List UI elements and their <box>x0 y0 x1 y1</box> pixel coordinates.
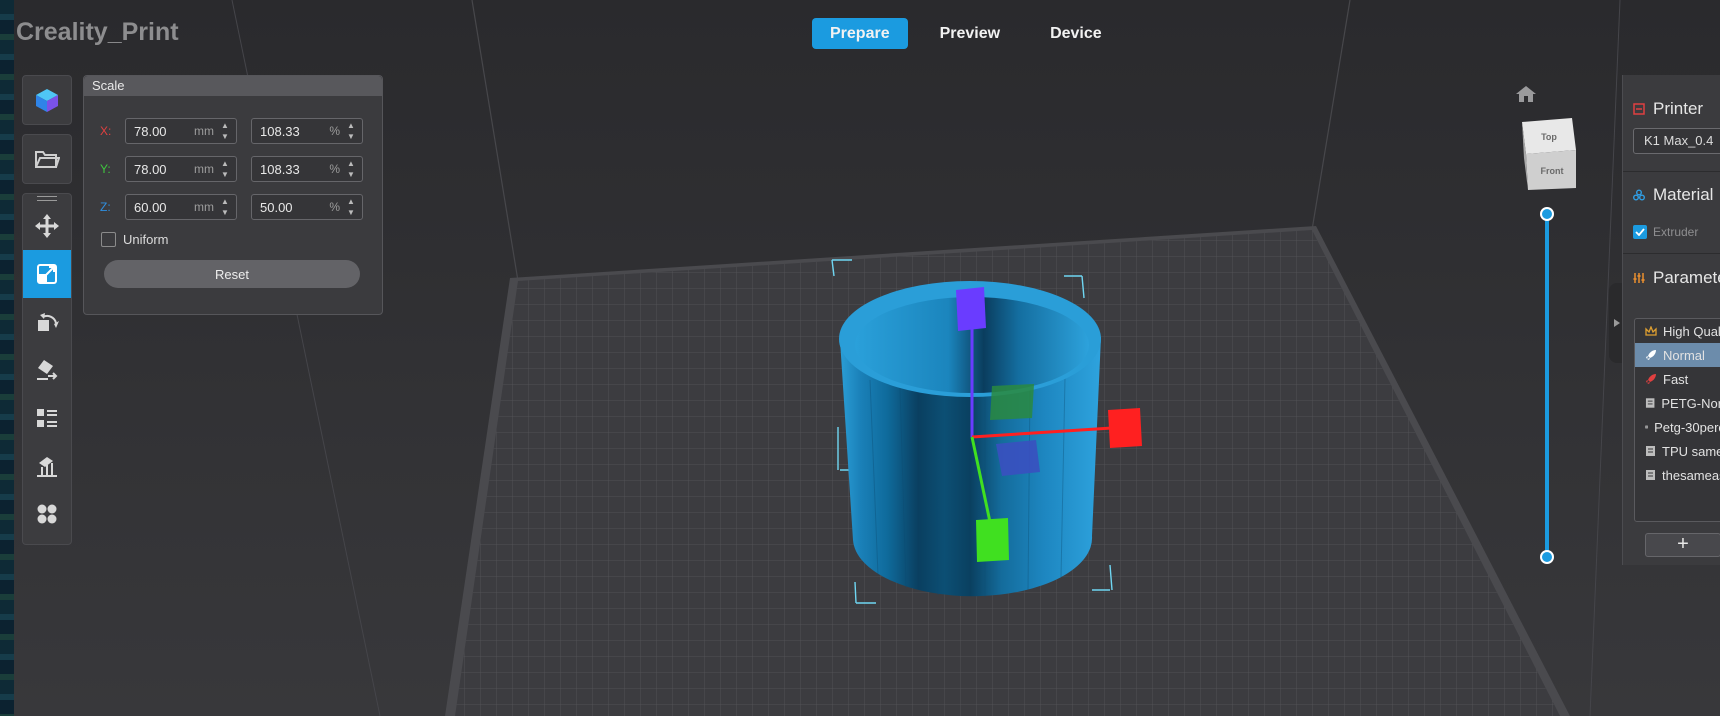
scale-panel-title: Scale <box>84 76 382 96</box>
divider <box>1623 253 1720 254</box>
y-mm-input[interactable]: 78.00 mm ▲ ▼ <box>125 156 237 182</box>
uniform-option[interactable]: Uniform <box>101 232 169 247</box>
add-profile-button[interactable]: + <box>1645 533 1720 557</box>
view-cube-top-label[interactable]: Top <box>1541 132 1557 142</box>
view-cube-front-label[interactable]: Front <box>1541 166 1564 176</box>
spin-down-icon[interactable]: ▼ <box>347 170 355 179</box>
tab-preview[interactable]: Preview <box>922 18 1018 49</box>
open-box <box>22 134 72 184</box>
layer-slider-track[interactable] <box>1545 214 1549 557</box>
extruder-checkbox[interactable] <box>1633 225 1647 239</box>
rocket-icon <box>1646 350 1656 360</box>
arrange-icon[interactable] <box>23 490 71 538</box>
scale-row-y: Y: 78.00 mm ▲ ▼ 108.33 % ▲ ▼ <box>100 155 363 183</box>
axis-label-x: X: <box>100 124 112 138</box>
logo-box <box>22 75 72 125</box>
z-mm-input[interactable]: 60.00 mm ▲ ▼ <box>125 194 237 220</box>
check-icon <box>1635 228 1645 236</box>
profile-tpu-same[interactable]: TPU same <box>1635 439 1720 463</box>
move-icon[interactable] <box>23 202 71 250</box>
scale-panel: Scale X: 78.00 mm ▲ ▼ 108.33 % ▲ ▼ Y: 78.0… <box>83 75 383 315</box>
scale-row-z: Z: 60.00 mm ▲ ▼ 50.00 % ▲ ▼ <box>100 193 363 221</box>
file-icon <box>1646 470 1655 480</box>
x-mm-input[interactable]: 78.00 mm ▲ ▼ <box>125 118 237 144</box>
rotate-icon[interactable] <box>23 298 71 346</box>
parameters-icon <box>1633 273 1645 283</box>
profile-high-quality[interactable]: High Quality <box>1635 319 1720 343</box>
home-view-icon[interactable] <box>1515 85 1537 108</box>
printer-title: Printer <box>1653 99 1704 118</box>
file-icon <box>1645 425 1648 429</box>
printer-section-header: Printer <box>1633 99 1703 119</box>
layer-slider-bottom-handle[interactable] <box>1540 550 1554 564</box>
printer-select[interactable]: K1 Max_0.4 <box>1633 128 1720 154</box>
spin-up-icon[interactable]: ▲ <box>347 197 355 206</box>
open-folder-icon[interactable] <box>23 135 71 183</box>
material-title: Material <box>1653 185 1714 204</box>
spin-down-icon[interactable]: ▼ <box>347 132 355 141</box>
spin-up-icon[interactable]: ▲ <box>221 121 229 130</box>
object-list-icon[interactable] <box>23 394 71 442</box>
tab-device[interactable]: Device <box>1032 18 1120 49</box>
spin-up-icon[interactable]: ▲ <box>347 159 355 168</box>
rocket-icon <box>1646 374 1656 384</box>
printer-icon <box>1633 103 1645 115</box>
uniform-checkbox[interactable] <box>101 232 116 247</box>
logo-cube-icon[interactable] <box>23 76 71 124</box>
profile-petg-normal[interactable]: PETG-Normal <box>1635 391 1720 415</box>
tools-box <box>22 193 72 545</box>
material-section-header: Material <box>1633 185 1713 205</box>
spin-up-icon[interactable]: ▲ <box>347 121 355 130</box>
file-icon <box>1645 398 1655 408</box>
app-title: Creality_Print <box>16 18 179 46</box>
spin-up-icon[interactable]: ▲ <box>221 197 229 206</box>
profile-list[interactable]: High Quality Normal Fast PETG-Normal Pet… <box>1634 318 1720 522</box>
reset-button[interactable]: Reset <box>104 260 360 288</box>
tab-prepare[interactable]: Prepare <box>812 18 908 49</box>
extruder-option[interactable]: Extruder <box>1633 225 1698 239</box>
spin-down-icon[interactable]: ▼ <box>221 132 229 141</box>
profile-normal[interactable]: Normal <box>1635 343 1720 367</box>
extruder-label: Extruder <box>1653 225 1699 239</box>
axis-label-y: Y: <box>100 162 111 176</box>
spin-down-icon[interactable]: ▼ <box>221 170 229 179</box>
profile-fast[interactable]: Fast <box>1635 367 1720 391</box>
scale-row-x: X: 78.00 mm ▲ ▼ 108.33 % ▲ ▼ <box>100 117 363 145</box>
view-cube[interactable]: Top Front <box>1518 116 1580 197</box>
desktop-edge <box>0 0 14 716</box>
lay-on-face-icon[interactable] <box>23 346 71 394</box>
scale-icon[interactable] <box>23 250 71 298</box>
top-tabs: Prepare Preview Device <box>812 18 1120 49</box>
x-percent-input[interactable]: 108.33 % ▲ ▼ <box>251 118 363 144</box>
profile-thesameas[interactable]: thesameas <box>1635 463 1720 487</box>
right-settings-panel: Printer K1 Max_0.4 Material Extruder Par… <box>1622 75 1720 565</box>
spin-up-icon[interactable]: ▲ <box>221 159 229 168</box>
material-icon <box>1633 189 1645 201</box>
file-icon <box>1646 446 1655 456</box>
drag-handle[interactable] <box>23 194 71 202</box>
chevron-right-icon <box>1614 319 1620 327</box>
axis-label-z: Z: <box>100 200 111 214</box>
parameters-section-header: Parameters <box>1633 268 1720 288</box>
spin-down-icon[interactable]: ▼ <box>347 208 355 217</box>
uniform-label: Uniform <box>123 232 169 247</box>
parameters-title: Parameters <box>1653 268 1720 287</box>
layer-slider-top-handle[interactable] <box>1540 207 1554 221</box>
divider <box>1623 171 1720 172</box>
support-icon[interactable] <box>23 442 71 490</box>
profile-petg-30percent[interactable]: Petg-30percent <box>1635 415 1720 439</box>
crown-icon <box>1645 325 1657 336</box>
z-percent-input[interactable]: 50.00 % ▲ ▼ <box>251 194 363 220</box>
y-percent-input[interactable]: 108.33 % ▲ ▼ <box>251 156 363 182</box>
spin-down-icon[interactable]: ▼ <box>221 208 229 217</box>
